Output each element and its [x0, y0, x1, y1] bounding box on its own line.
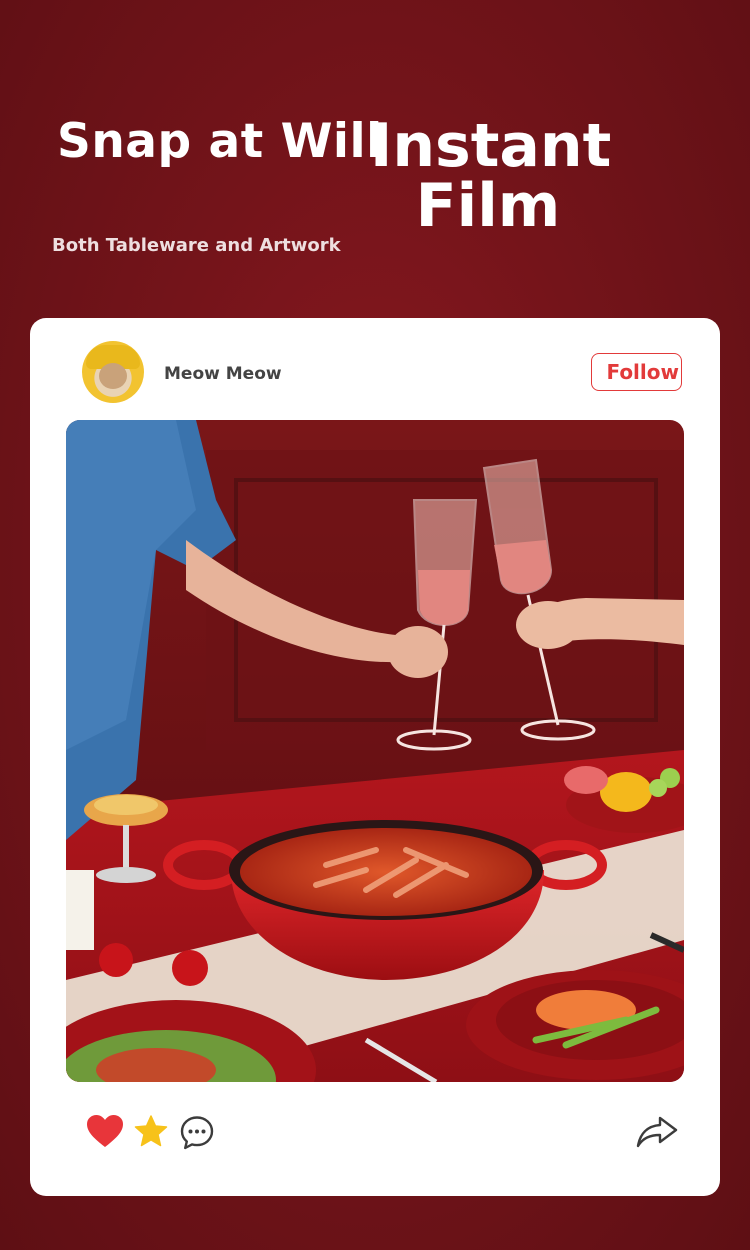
headline-snap-at-will: Snap at Will — [57, 114, 383, 169]
heart-shape — [87, 1115, 123, 1147]
headline-instant: Instant — [370, 111, 612, 181]
star-shape — [134, 1115, 168, 1147]
heart-icon[interactable] — [86, 1114, 124, 1152]
headline-instant-film: Instant Film — [370, 111, 612, 241]
subtitle: Both Tableware and Artwork — [52, 235, 341, 256]
share-shape — [636, 1116, 678, 1148]
post-card: Meow Meow Follow — [30, 318, 720, 1196]
username[interactable]: Meow Meow — [164, 364, 282, 384]
avatar[interactable] — [82, 341, 144, 403]
dinner-table-photo — [66, 420, 684, 1082]
post-photo[interactable] — [66, 420, 684, 1082]
comment-shape — [180, 1116, 214, 1150]
follow-button[interactable]: Follow — [591, 353, 682, 391]
share-icon[interactable] — [636, 1115, 678, 1153]
comment-icon[interactable] — [179, 1115, 215, 1155]
avatar-face — [99, 363, 127, 389]
star-icon[interactable] — [134, 1115, 168, 1151]
headline-film: Film — [415, 171, 561, 241]
